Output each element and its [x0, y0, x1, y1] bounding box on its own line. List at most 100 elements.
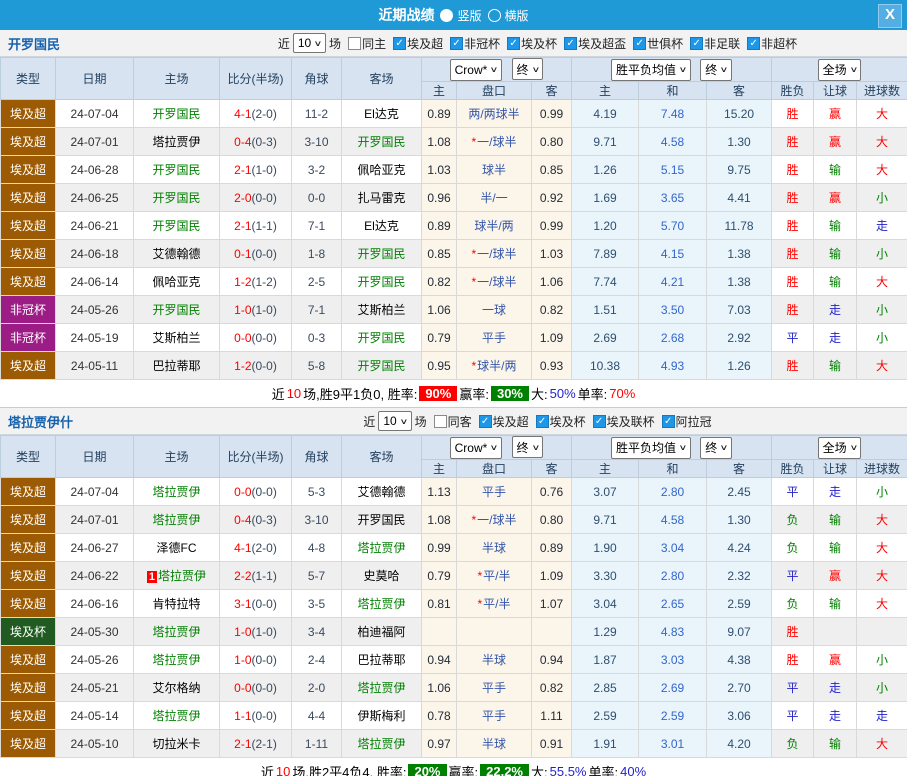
- away-team: 艾斯柏兰: [342, 296, 422, 324]
- col-date: 日期: [56, 436, 134, 478]
- match-row: 埃及超24-06-221塔拉贾伊2-2(1-1)5-7史莫哈0.79*平/半1.…: [1, 562, 907, 590]
- layout-horizontal-radio[interactable]: [488, 9, 501, 22]
- odds-source-select[interactable]: Crow*∨: [450, 59, 503, 81]
- fulltime-score: 0-4: [234, 513, 251, 527]
- handicap: *一/球半: [457, 240, 532, 268]
- home-team: 开罗国民: [134, 296, 220, 324]
- away-team: El达克: [342, 212, 422, 240]
- result-wdl: 胜: [772, 156, 814, 184]
- away-team-name: 塔拉贾伊: [357, 737, 405, 751]
- home-team-name: 肯特拉特: [152, 597, 200, 611]
- result-wdl: 平: [772, 324, 814, 352]
- fulltime-score: 3-1: [234, 597, 251, 611]
- handicap-value: 平手: [482, 681, 506, 695]
- league-checkbox[interactable]: ✓: [450, 37, 463, 50]
- odds-source-select[interactable]: Crow*∨: [450, 437, 503, 459]
- avg-away: 4.20: [707, 730, 772, 758]
- result-handicap: 走: [814, 324, 857, 352]
- col-avg-away: 客: [707, 82, 772, 100]
- result-goals: 小: [857, 674, 907, 702]
- corner-count: 4-4: [292, 702, 342, 730]
- chevron-down-icon: ∨: [531, 65, 540, 74]
- avg-draw: 5.70: [639, 212, 707, 240]
- home-odds: 1.06: [422, 674, 457, 702]
- summary-segment: 55.5%: [550, 764, 587, 776]
- avg-source-select[interactable]: 胜平负均值∨: [611, 59, 691, 81]
- league-filters: ✓埃及超✓非冠杯✓埃及杯✓埃及超盃✓世俱杯✓非足联✓非超杯: [386, 35, 797, 52]
- avg-state-select[interactable]: 终∨: [700, 59, 732, 81]
- match-date: 24-07-01: [56, 128, 134, 156]
- away-team-name: 开罗国民: [357, 247, 405, 261]
- league-checkbox[interactable]: ✓: [633, 37, 646, 50]
- fulltime-score: 1-0: [234, 653, 251, 667]
- recent-count-select[interactable]: 10∨: [378, 411, 411, 431]
- league-checkbox[interactable]: ✓: [747, 37, 760, 50]
- match-row: 埃及超24-07-01塔拉贾伊0-4(0-3)3-10开罗国民1.08*一/球半…: [1, 128, 907, 156]
- col-date: 日期: [56, 58, 134, 100]
- league-filter: ✓非冠杯: [443, 35, 500, 52]
- score: 1-1(0-0): [220, 702, 292, 730]
- match-date: 24-05-14: [56, 702, 134, 730]
- handicap: 一球: [457, 296, 532, 324]
- league-checkbox[interactable]: ✓: [593, 415, 606, 428]
- summary-segment: 近: [261, 762, 274, 776]
- avg-source-select[interactable]: 胜平负均值∨: [611, 437, 691, 459]
- handicap-value: 半球: [482, 541, 506, 555]
- handicap-value: 半球: [482, 653, 506, 667]
- close-icon[interactable]: X: [878, 4, 902, 28]
- score: 0-1(0-0): [220, 240, 292, 268]
- away-team-name: 开罗国民: [357, 513, 405, 527]
- handicap-value: 一/球半: [477, 247, 516, 261]
- same-venue-checkbox[interactable]: [434, 415, 447, 428]
- avg-draw: 7.48: [639, 100, 707, 128]
- corner-count: 11-2: [292, 100, 342, 128]
- scope-select[interactable]: 全场∨: [818, 437, 862, 459]
- match-date: 24-06-14: [56, 268, 134, 296]
- league-checkbox[interactable]: ✓: [507, 37, 520, 50]
- col-corner: 角球: [292, 58, 342, 100]
- same-venue-checkbox[interactable]: [348, 37, 361, 50]
- home-team: 艾斯柏兰: [134, 324, 220, 352]
- col-handicap: 盘口: [457, 82, 532, 100]
- result-goals: 大: [857, 128, 907, 156]
- home-odds: 1.08: [422, 506, 457, 534]
- halftime-score: (0-0): [252, 485, 277, 499]
- handicap-value: 球半/两: [477, 359, 516, 373]
- league-checkbox[interactable]: ✓: [536, 415, 549, 428]
- avg-draw: 4.21: [639, 268, 707, 296]
- away-team-name: 塔拉贾伊: [357, 597, 405, 611]
- league-checkbox[interactable]: ✓: [393, 37, 406, 50]
- away-team: 史莫哈: [342, 562, 422, 590]
- avg-home: 1.90: [572, 534, 639, 562]
- away-team-name: 佩哈亚克: [357, 163, 405, 177]
- match-type: 埃及超: [1, 702, 56, 730]
- col-result-wdl: 胜负: [772, 460, 814, 478]
- odds-state-select[interactable]: 终∨: [512, 436, 544, 458]
- match-type: 埃及超: [1, 268, 56, 296]
- result-wdl: 负: [772, 590, 814, 618]
- corner-count: 4-8: [292, 534, 342, 562]
- halftime-score: (0-0): [252, 709, 277, 723]
- match-type: 非冠杯: [1, 296, 56, 324]
- league-checkbox[interactable]: ✓: [690, 37, 703, 50]
- away-team-name: 艾斯柏兰: [357, 303, 405, 317]
- odds-state-select[interactable]: 终∨: [512, 58, 544, 80]
- avg-away: 2.59: [707, 590, 772, 618]
- match-row: 埃及杯24-05-30塔拉贾伊1-0(1-0)3-4柏迪福阿1.294.839.…: [1, 618, 907, 646]
- recent-count-select[interactable]: 10∨: [293, 33, 326, 53]
- layout-vertical-radio[interactable]: [440, 9, 453, 22]
- handicap-value: 半/一: [480, 191, 507, 205]
- league-checkbox[interactable]: ✓: [564, 37, 577, 50]
- match-row: 埃及超24-07-01塔拉贾伊0-4(0-3)3-10开罗国民1.08*一/球半…: [1, 506, 907, 534]
- league-checkbox[interactable]: ✓: [479, 415, 492, 428]
- league-checkbox[interactable]: ✓: [662, 415, 675, 428]
- handicap: 平手: [457, 702, 532, 730]
- scope-select[interactable]: 全场∨: [818, 59, 862, 81]
- home-odds: 0.99: [422, 534, 457, 562]
- home-odds: 0.96: [422, 184, 457, 212]
- score: 1-2(0-0): [220, 352, 292, 380]
- avg-draw: 4.83: [639, 618, 707, 646]
- avg-draw: 3.01: [639, 730, 707, 758]
- corner-count: 0-0: [292, 184, 342, 212]
- avg-state-select[interactable]: 终∨: [700, 437, 732, 459]
